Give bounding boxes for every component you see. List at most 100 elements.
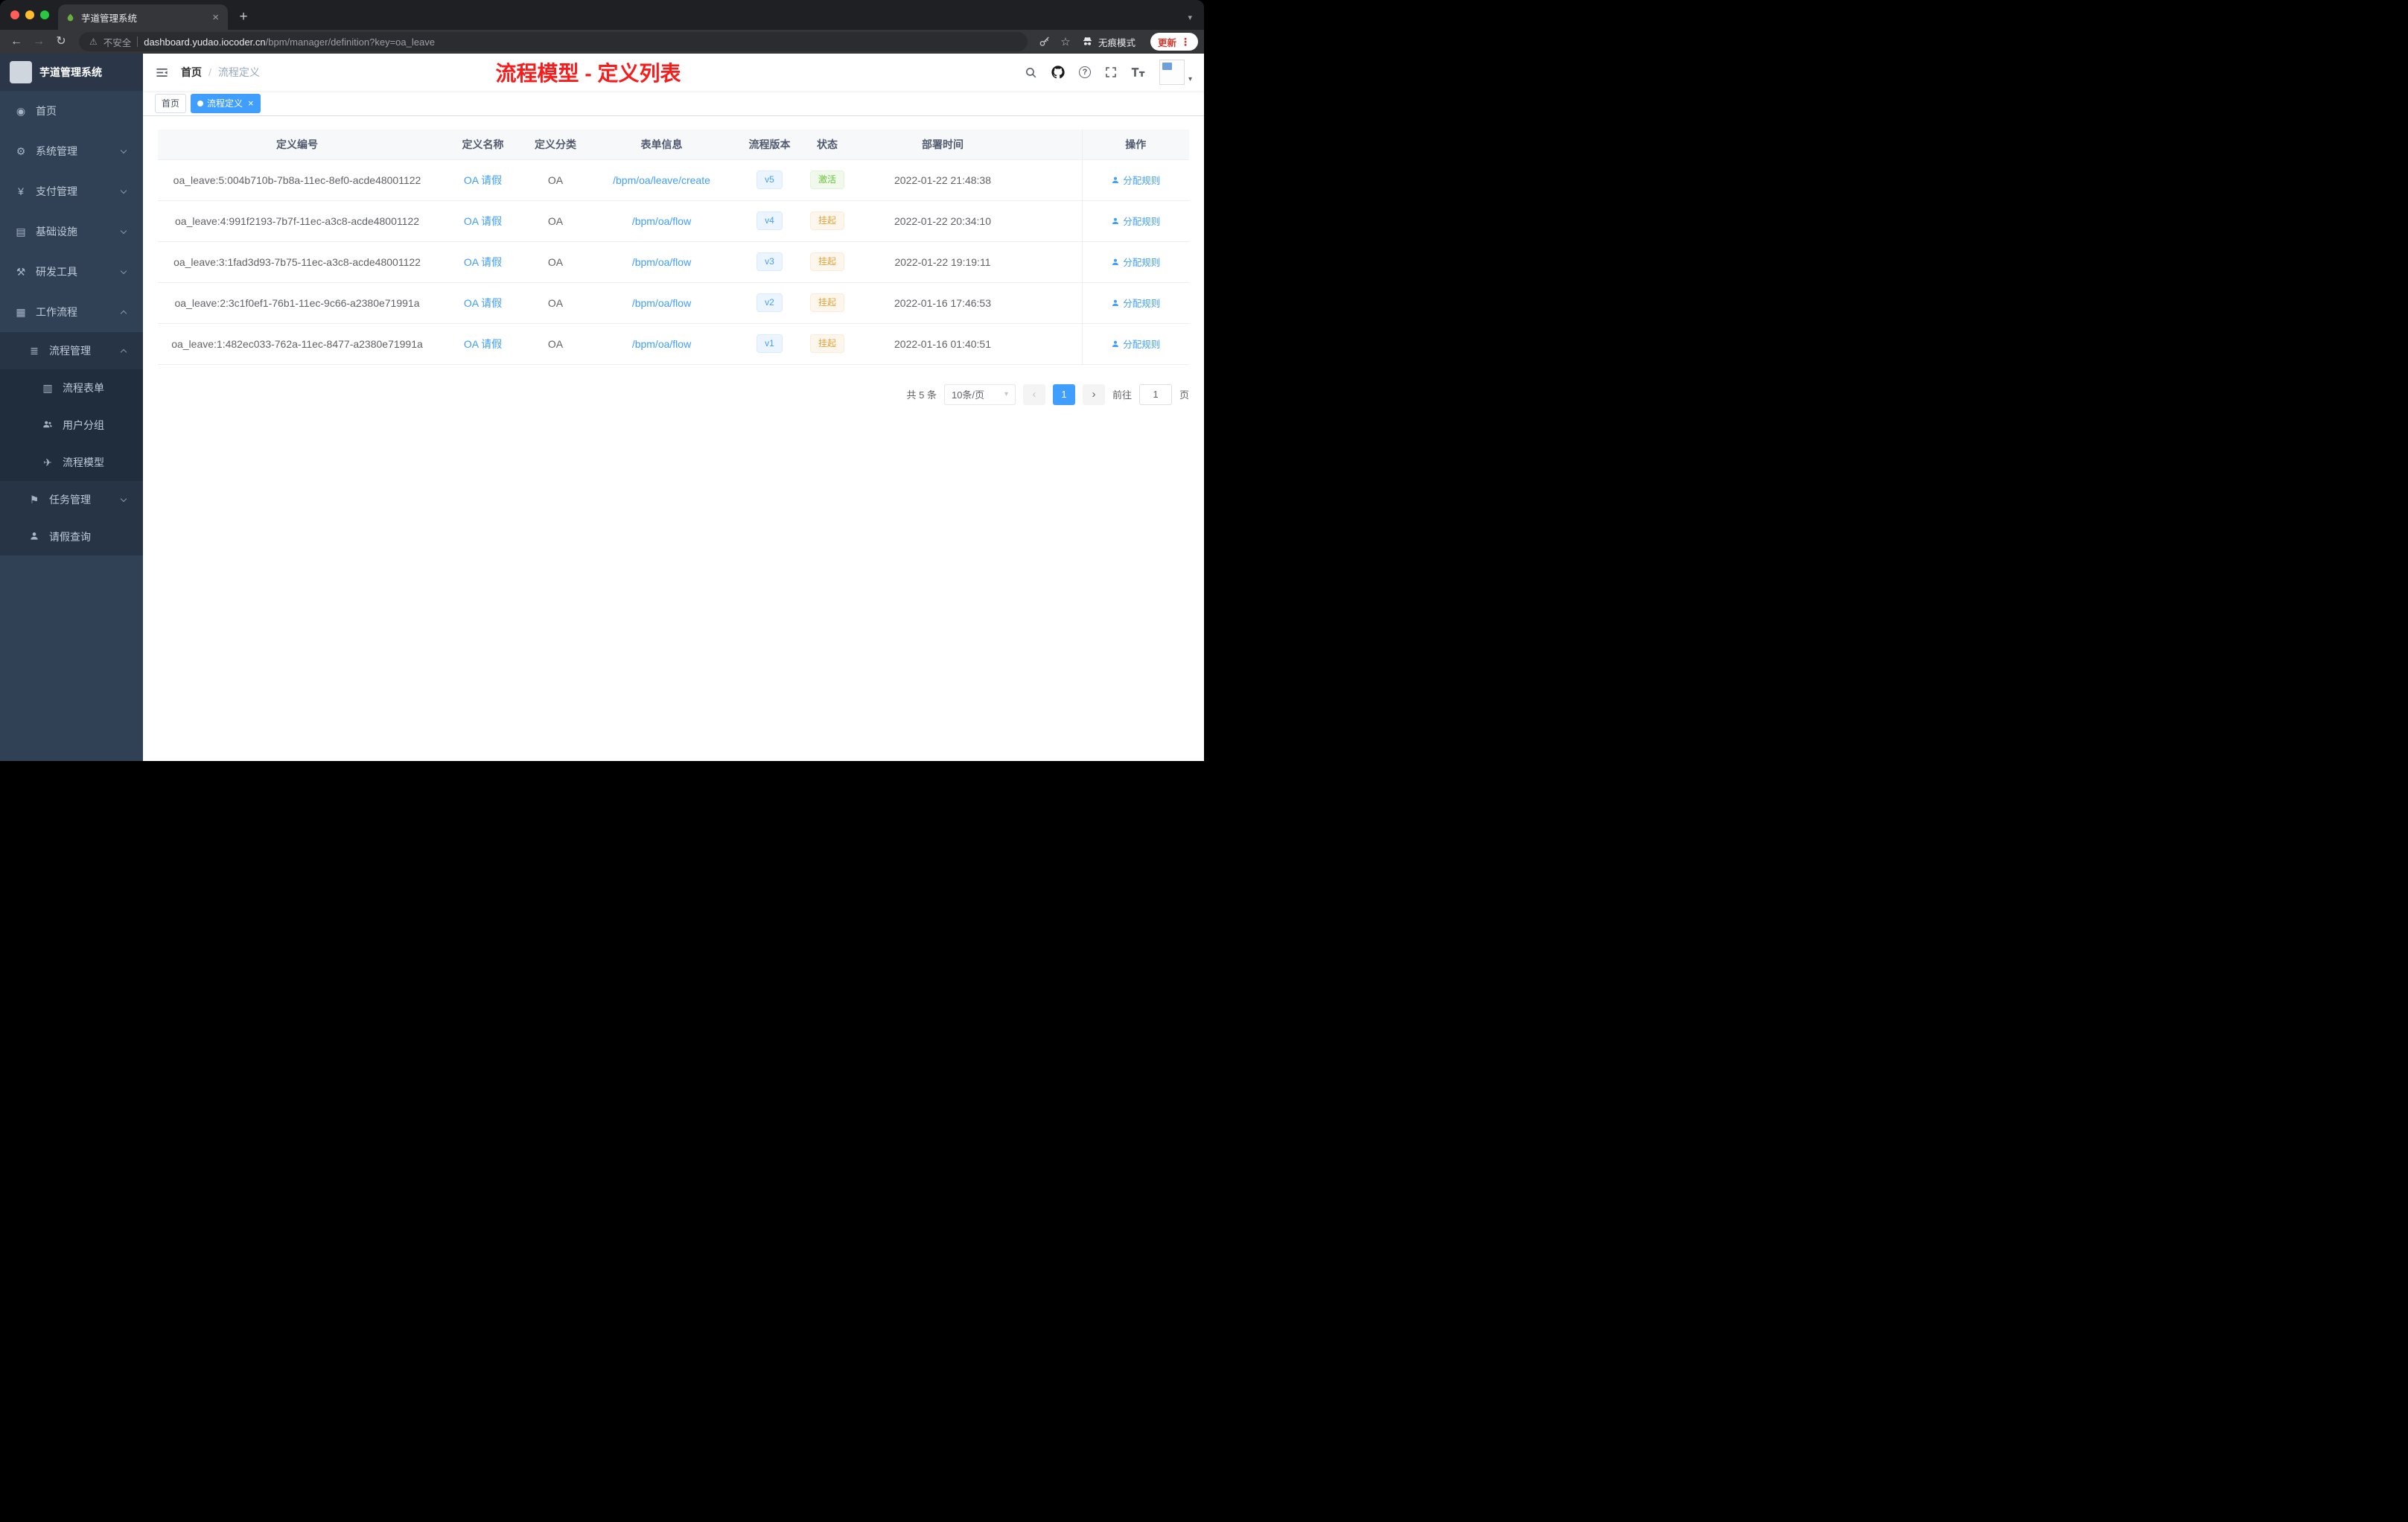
sidebar-item-dashboard[interactable]: ◉ 首页 xyxy=(0,91,143,131)
col-deploy-time: 部署时间 xyxy=(857,130,1028,160)
form-info-link[interactable]: /bpm/oa/flow xyxy=(632,297,691,309)
caret-down-icon: ▾ xyxy=(1188,75,1192,83)
form-info-link[interactable]: /bpm/oa/flow xyxy=(632,338,691,350)
avatar-image-placeholder xyxy=(1162,63,1172,70)
sidebar-item-label: 支付管理 xyxy=(36,185,77,197)
help-icon[interactable]: ? xyxy=(1078,66,1091,78)
definition-id: oa_leave:4:991f2193-7b7f-11ec-a3c8-acde4… xyxy=(158,200,436,242)
tag-label: 首页 xyxy=(162,98,180,109)
page-annotation: 流程模型 - 定义列表 xyxy=(495,62,681,85)
version-badge: v2 xyxy=(757,293,783,312)
sidebar-item-process-mgmt[interactable]: ≣ 流程管理 xyxy=(0,332,143,369)
hamburger-icon[interactable] xyxy=(155,66,169,80)
sidebar-item-payment-mgmt[interactable]: ¥ 支付管理 xyxy=(0,171,143,211)
status-badge: 挂起 xyxy=(809,334,844,353)
deploy-time: 2022-01-22 19:19:11 xyxy=(857,241,1028,283)
yen-icon: ¥ xyxy=(18,185,24,197)
status-badge: 挂起 xyxy=(809,293,844,312)
person-icon xyxy=(1112,176,1119,183)
sidebar-item-leave-query[interactable]: 请假查询 xyxy=(0,518,143,555)
assign-rule-link[interactable]: 分配规则 xyxy=(1111,296,1160,310)
url-text: dashboard.yudao.iocoder.cn/bpm/manager/d… xyxy=(144,36,435,48)
close-window-button[interactable] xyxy=(10,10,19,19)
definition-id: oa_leave:5:004b710b-7b8a-11ec-8ef0-acde4… xyxy=(158,159,436,201)
assign-rule-link[interactable]: 分配规则 xyxy=(1111,337,1160,351)
sidebar-item-infrastructure[interactable]: ▤ 基础设施 xyxy=(0,211,143,252)
definition-id: oa_leave:1:482ec033-762a-11ec-8477-a2380… xyxy=(158,323,436,365)
back-button[interactable]: ← xyxy=(6,36,27,48)
new-tab-button[interactable]: + xyxy=(234,7,253,27)
assign-rule-link[interactable]: 分配规则 xyxy=(1111,214,1160,228)
definition-name-link[interactable]: OA 请假 xyxy=(464,256,502,268)
sidebar-item-user-group[interactable]: 用户分组 xyxy=(0,407,143,444)
page-number-button[interactable]: 1 xyxy=(1052,383,1075,405)
forward-button[interactable]: → xyxy=(28,36,49,48)
tab-search-chevron-icon[interactable]: ▾ xyxy=(1188,13,1192,22)
main-area: 首页 / 流程定义 流程模型 - 定义列表 ? ▾ 首页 流程定义 × 定义编号… xyxy=(143,54,1204,761)
bookmark-star-icon[interactable]: ☆ xyxy=(1056,32,1075,51)
sidebar-item-workflow[interactable]: ▦ 工作流程 xyxy=(0,292,143,332)
page-size-select[interactable]: 10条/页 ▾ xyxy=(943,383,1016,405)
navbar-actions: ? ▾ xyxy=(1025,60,1192,85)
user-menu[interactable]: ▾ xyxy=(1159,60,1192,85)
zoom-window-button[interactable] xyxy=(40,10,49,19)
browser-update-button[interactable]: 更新 ⋮ xyxy=(1150,33,1198,51)
assign-rule-link[interactable]: 分配规则 xyxy=(1111,255,1160,269)
spacer-cell xyxy=(1028,323,1082,365)
prev-page-button[interactable]: ‹ xyxy=(1022,383,1045,405)
sidebar-logo[interactable]: 芋道管理系统 xyxy=(0,54,143,91)
font-size-icon[interactable] xyxy=(1131,67,1145,77)
table-header-row: 定义编号 定义名称 定义分类 表单信息 流程版本 状态 部署时间 操作 xyxy=(158,130,1189,160)
next-page-button[interactable]: › xyxy=(1082,383,1105,405)
fullscreen-icon[interactable] xyxy=(1105,66,1117,78)
definition-category: OA xyxy=(529,200,582,242)
browser-tab[interactable]: 芋道管理系统 × xyxy=(58,4,228,30)
sidebar-item-process-model[interactable]: ✈ 流程模型 xyxy=(0,444,143,481)
assign-rule-link[interactable]: 分配规则 xyxy=(1111,173,1160,187)
tag-close-icon[interactable]: × xyxy=(248,98,254,109)
github-icon[interactable] xyxy=(1051,66,1065,79)
goto-page-input[interactable] xyxy=(1138,383,1172,405)
definition-name-link[interactable]: OA 请假 xyxy=(464,338,502,350)
tab-close-icon[interactable]: × xyxy=(211,11,220,24)
deploy-time: 2022-01-16 01:40:51 xyxy=(857,323,1028,365)
form-info-link[interactable]: /bpm/oa/flow xyxy=(632,215,691,227)
definition-table: 定义编号 定义名称 定义分类 表单信息 流程版本 状态 部署时间 操作 oa_l… xyxy=(158,130,1189,365)
breadcrumb-current: 流程定义 xyxy=(217,66,260,78)
tag-home[interactable]: 首页 xyxy=(155,93,187,113)
definition-name-link[interactable]: OA 请假 xyxy=(464,297,502,309)
page-size-value: 10条/页 xyxy=(951,389,985,401)
tag-process-definition[interactable]: 流程定义 × xyxy=(191,93,261,113)
deploy-time: 2022-01-22 20:34:10 xyxy=(857,200,1028,242)
sidebar-item-task-mgmt[interactable]: ⚑ 任务管理 xyxy=(0,481,143,518)
table-row: oa_leave:1:482ec033-762a-11ec-8477-a2380… xyxy=(158,323,1189,365)
tab-title: 芋道管理系统 xyxy=(81,13,138,24)
table-row: oa_leave:2:3c1f0ef1-76b1-11ec-9c66-a2380… xyxy=(158,282,1189,324)
search-icon[interactable] xyxy=(1025,66,1037,79)
breadcrumb-separator: / xyxy=(208,66,211,78)
select-caret-icon: ▾ xyxy=(1004,390,1008,398)
sidebar-item-process-form[interactable]: ▥ 流程表单 xyxy=(0,369,143,407)
definition-name-link[interactable]: OA 请假 xyxy=(464,174,502,186)
address-bar[interactable]: ⚠ 不安全 dashboard.yudao.iocoder.cn/bpm/man… xyxy=(79,32,1028,51)
col-definition-name: 定义名称 xyxy=(436,130,529,160)
chevron-down-icon xyxy=(120,495,127,502)
traffic-lights xyxy=(10,0,49,30)
col-form-info: 表单信息 xyxy=(582,130,742,160)
sidebar-item-label: 请假查询 xyxy=(49,531,91,543)
minimize-window-button[interactable] xyxy=(25,10,34,19)
password-key-icon[interactable] xyxy=(1035,32,1054,51)
browser-menu-dots-icon[interactable]: ⋮ xyxy=(1180,36,1191,48)
refresh-button[interactable]: ↻ xyxy=(51,36,71,48)
avatar xyxy=(1159,60,1185,85)
breadcrumb-home[interactable]: 首页 xyxy=(181,65,202,80)
sidebar-item-system-mgmt[interactable]: ⚙ 系统管理 xyxy=(0,131,143,171)
form-info-link[interactable]: /bpm/oa/leave/create xyxy=(613,174,710,186)
definition-name-link[interactable]: OA 请假 xyxy=(464,215,502,227)
total-count: 共 5 条 xyxy=(906,389,937,401)
sidebar-item-dev-tools[interactable]: ⚒ 研发工具 xyxy=(0,252,143,292)
version-badge: v3 xyxy=(757,252,783,271)
col-definition-id: 定义编号 xyxy=(158,130,436,160)
sidebar-item-label: 任务管理 xyxy=(49,494,91,506)
form-info-link[interactable]: /bpm/oa/flow xyxy=(632,256,691,268)
